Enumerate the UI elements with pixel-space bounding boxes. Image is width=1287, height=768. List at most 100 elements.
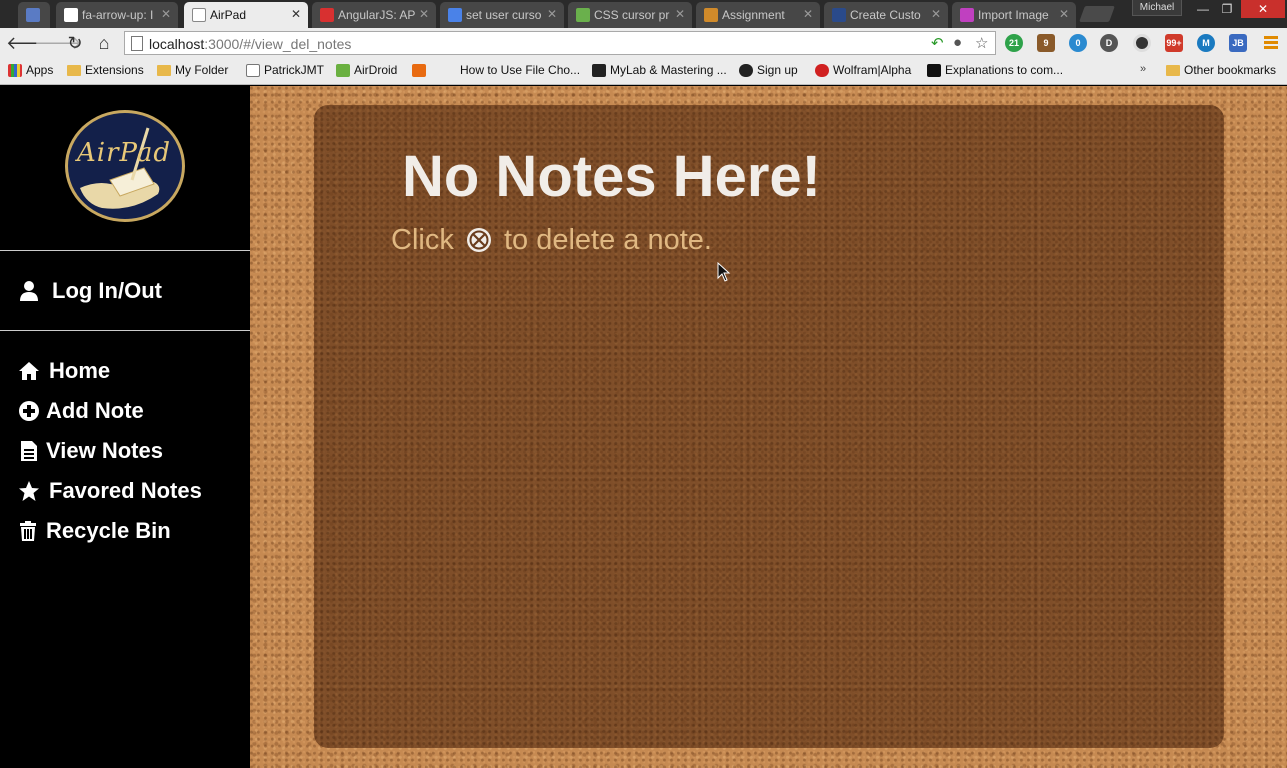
corkboard-background: No Notes Here! Click to delete a note.: [250, 86, 1287, 768]
browser-tab-8[interactable]: Import Image ✕: [952, 2, 1076, 28]
minimize-button[interactable]: —: [1190, 0, 1216, 18]
w3-icon: [576, 8, 590, 22]
back-button[interactable]: 🡐: [6, 32, 54, 54]
image-icon: [960, 8, 974, 22]
sidebar: AirPad Log In/Out Home Add Note View Not…: [0, 86, 250, 768]
trash-icon: [20, 521, 36, 541]
notes-panel: No Notes Here! Click to delete a note.: [314, 105, 1224, 748]
bookmark-wolfram[interactable]: Wolfram|Alpha: [815, 63, 911, 77]
browser-tab-7[interactable]: Create Custo ✕: [824, 2, 948, 28]
ghostery-icon[interactable]: 0: [1069, 34, 1087, 52]
restore-button[interactable]: ❐: [1214, 0, 1240, 18]
wolfram-icon: [815, 64, 829, 77]
browser-tab-5[interactable]: CSS cursor pr ✕: [568, 2, 692, 28]
reload-button[interactable]: ↻: [64, 32, 86, 54]
angular-icon: [320, 8, 334, 22]
jb-icon[interactable]: JB: [1229, 34, 1247, 52]
window-close-button[interactable]: ✕: [1241, 0, 1285, 18]
tab-close-icon[interactable]: ✕: [803, 7, 813, 21]
tab-close-icon[interactable]: ✕: [161, 7, 171, 21]
evernote-icon[interactable]: 21: [1005, 34, 1023, 52]
bookmark-github[interactable]: Sign up: [739, 63, 798, 77]
lightbulb-icon[interactable]: ●: [953, 34, 962, 51]
assignment-icon: [704, 8, 718, 22]
airpad-logo[interactable]: AirPad: [62, 108, 188, 224]
profile-button[interactable]: Michael: [1132, 0, 1182, 16]
forward-button[interactable]: 🡒: [34, 32, 82, 54]
new-tab-button[interactable]: [1079, 6, 1115, 22]
bookmark-label: How to Use File Cho...: [460, 63, 581, 77]
bookmark-label: Extensions: [85, 63, 144, 77]
blogger-icon: [412, 64, 426, 77]
bookmark-extensions[interactable]: Extensions: [67, 63, 144, 77]
logo-text: AirPad: [77, 138, 171, 168]
star-icon: [19, 481, 39, 501]
tab-close-icon[interactable]: ✕: [675, 7, 685, 21]
delete-circle-icon: [466, 228, 491, 252]
bookmark-my-folder[interactable]: My Folder: [157, 63, 228, 77]
tab-close-icon[interactable]: ✕: [419, 7, 429, 21]
browser-tab-4[interactable]: set user curso ✕: [440, 2, 564, 28]
delete-hint: Click to delete a note.: [391, 224, 712, 257]
browser-tab-2-active[interactable]: AirPad ✕: [184, 2, 308, 28]
sidebar-item-label: Recycle Bin: [46, 518, 171, 543]
qr-icon: [927, 64, 941, 77]
bookmark-explanations[interactable]: Explanations to com...: [927, 63, 1063, 77]
url-host: localhost: [149, 36, 205, 52]
mouse-cursor-icon: [717, 262, 731, 282]
plus-circle-icon: [19, 401, 39, 421]
tab-close-icon[interactable]: ✕: [1059, 7, 1069, 21]
bookmark-apps[interactable]: Apps: [8, 63, 53, 77]
bookmark-star-icon[interactable]: ☆: [975, 34, 988, 52]
browser-tab-0[interactable]: [18, 2, 50, 28]
chrome-menu-icon[interactable]: [1264, 36, 1278, 50]
tab-title: fa-arrow-up: I: [82, 8, 154, 22]
browser-tab-6[interactable]: Assignment ✕: [696, 2, 820, 28]
d-icon[interactable]: D: [1100, 34, 1118, 52]
sidebar-divider: [0, 250, 250, 251]
folder-icon: [67, 65, 81, 76]
tab-title: Import Image: [978, 8, 1049, 22]
home-button[interactable]: ⌂: [93, 32, 115, 54]
folder-icon: [157, 65, 171, 76]
tab-title: CSS cursor pr: [594, 8, 670, 22]
bookmark-other[interactable]: Other bookmarks: [1166, 63, 1276, 77]
tab-title: AirPad: [210, 8, 247, 22]
m-icon[interactable]: M: [1197, 34, 1215, 52]
github-icon: [739, 64, 753, 77]
tab-title: Assignment: [722, 8, 785, 22]
page-title: No Notes Here!: [402, 144, 821, 209]
folder-icon: [1166, 65, 1180, 76]
sidebar-item-label: Favored Notes: [49, 478, 202, 503]
document-icon: [192, 8, 206, 22]
p-icon: [592, 64, 606, 77]
bookmark-label: Other bookmarks: [1184, 63, 1277, 77]
bookmark-label: MyLab & Mastering ...: [610, 63, 727, 77]
bookmark-mylab[interactable]: MyLab & Mastering ...: [592, 63, 727, 77]
file-text-icon: [21, 441, 37, 461]
hg-icon: [832, 8, 846, 22]
bookmark-airdroid[interactable]: AirDroid: [336, 63, 397, 77]
circle-icon[interactable]: [1133, 34, 1151, 52]
gmail-icon[interactable]: 99+: [1165, 34, 1183, 52]
bookmark-label: My Folder: [175, 63, 229, 77]
tab-title: Create Custo: [850, 8, 921, 22]
bookmark-file-chooser[interactable]: How to Use File Cho...: [442, 63, 580, 77]
bookmark-label: Wolfram|Alpha: [833, 63, 912, 77]
stack-icon[interactable]: 9: [1037, 34, 1055, 52]
tab-close-icon[interactable]: ✕: [931, 7, 941, 21]
bookmark-label: Explanations to com...: [945, 63, 1064, 77]
tab-close-icon[interactable]: ✕: [547, 7, 557, 21]
home-icon: [19, 362, 39, 380]
sidebar-item-label: Add Note: [46, 398, 144, 423]
bookmarks-overflow-button[interactable]: »: [1140, 63, 1146, 75]
hint-text-before: Click: [391, 224, 454, 256]
browser-tab-1[interactable]: fa-arrow-up: I ✕: [56, 2, 178, 28]
bookmark-patrickjmt[interactable]: PatrickJMT: [246, 63, 324, 77]
url-path: :3000/#/view_del_notes: [204, 36, 352, 52]
tab-close-icon[interactable]: ✕: [291, 7, 301, 21]
undo-icon[interactable]: ↶: [931, 34, 944, 52]
browser-tab-3[interactable]: AngularJS: AP ✕: [312, 2, 436, 28]
sidebar-item-label: View Notes: [46, 438, 163, 463]
address-bar[interactable]: localhost:3000/#/view_del_notes ↶ ● ☆: [124, 31, 996, 55]
